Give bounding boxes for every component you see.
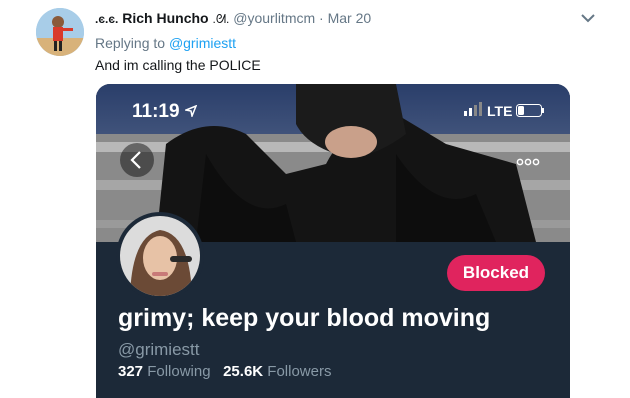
profile-name: grimy; keep your blood moving xyxy=(118,304,491,332)
reply-handle-link[interactable]: @grimiestt xyxy=(169,35,236,51)
attached-image[interactable]: 11:19 LTE Blocked grimy; keep your blood… xyxy=(96,84,570,398)
followers-count: 25.6K xyxy=(223,363,264,380)
following-count: 327 xyxy=(118,363,144,380)
signal-icon xyxy=(464,102,486,121)
author-avatar[interactable] xyxy=(36,8,84,56)
blocked-button[interactable]: Blocked xyxy=(447,255,545,291)
author-handle[interactable]: @yourlitmcm xyxy=(233,10,315,26)
tweet-text: And im calling the POLICE xyxy=(95,57,261,73)
following-label: Following xyxy=(147,363,211,380)
tweet-date[interactable]: Mar 20 xyxy=(328,10,372,26)
back-arrow-icon xyxy=(130,151,141,169)
separator-dot: · xyxy=(319,10,324,26)
emoji-suffix: .ᘛ. xyxy=(212,12,230,26)
profile-avatar[interactable] xyxy=(116,212,204,300)
status-network: LTE xyxy=(487,103,546,119)
reply-context: Replying to @grimiestt xyxy=(95,35,236,51)
more-options-icon[interactable] xyxy=(516,154,540,172)
followers-label: Followers xyxy=(267,363,332,380)
profile-handle: @grimiestt xyxy=(118,340,200,359)
battery-icon xyxy=(516,104,545,117)
following-stat[interactable]: 327 Following xyxy=(118,363,215,380)
status-time: 11:19 xyxy=(132,101,198,123)
reply-prefix: Replying to xyxy=(95,35,166,51)
location-arrow-icon xyxy=(183,104,198,119)
back-button[interactable] xyxy=(120,143,154,177)
tweet-header: .ͼ.ͼ. Rich Huncho .ᘛ. @yourlitmcm · Mar … xyxy=(95,10,371,27)
author-name[interactable]: Rich Huncho xyxy=(122,10,208,26)
emoji-prefix: .ͼ.ͼ. xyxy=(95,12,119,26)
followers-stat[interactable]: 25.6K Followers xyxy=(223,363,331,380)
chevron-down-icon[interactable] xyxy=(578,8,598,33)
profile-stats: 327 Following 25.6K Followers xyxy=(118,363,331,380)
